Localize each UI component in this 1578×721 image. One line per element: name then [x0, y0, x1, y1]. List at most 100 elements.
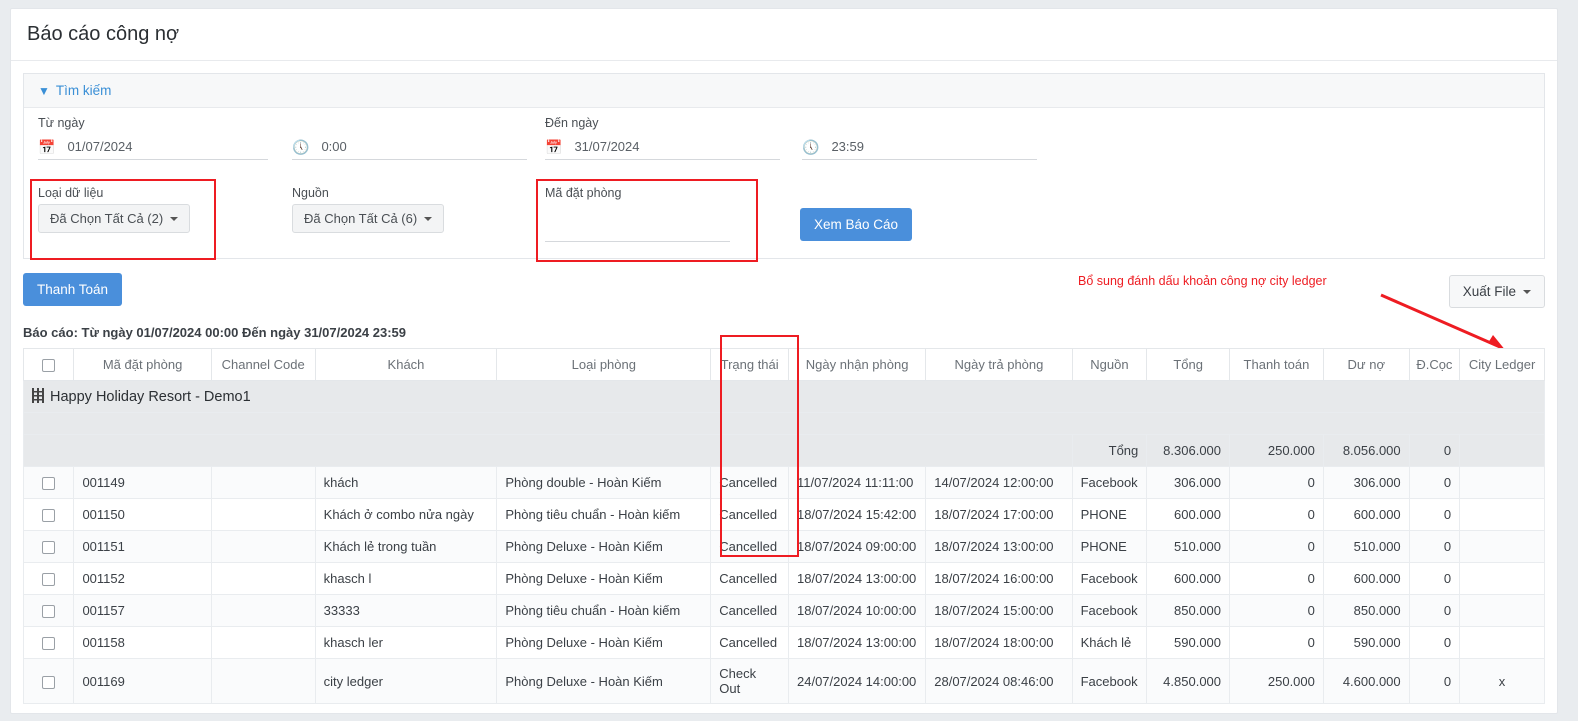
totals-empty-cell [23, 434, 1073, 468]
cell-city-ledger [1459, 562, 1545, 596]
totals-label-cell: Tổng [1071, 434, 1148, 468]
cell-guest: khasch ler [314, 626, 498, 660]
table-row[interactable]: 001157 33333 Phòng tiêu chuẩn - Hoàn kiếm C… [22, 594, 1545, 628]
row-checkbox-cell[interactable] [22, 626, 75, 660]
row-checkbox-cell[interactable] [22, 498, 75, 532]
to-time-input[interactable]: 🕔 23:59 [802, 134, 1037, 160]
cell-paid: 0 [1229, 562, 1324, 596]
payment-button[interactable]: Thanh Toán [23, 273, 123, 306]
cell-channel-code [210, 530, 316, 564]
from-date-input[interactable]: 📅 01/07/2024 [38, 134, 268, 160]
data-type-label: Loại dữ liệu [38, 186, 104, 200]
cell-guest: 33333 [314, 594, 498, 628]
chevron-down-icon [1523, 289, 1531, 294]
cell-status: Check Out [710, 658, 789, 705]
table-row[interactable]: 001158 khasch ler Phòng Deluxe - Hoàn Kiếm… [22, 626, 1545, 660]
cell-status: Cancelled [710, 594, 789, 628]
row-checkbox-cell[interactable] [22, 530, 75, 564]
cell-paid: 0 [1229, 594, 1324, 628]
cell-source: Facebook [1071, 658, 1148, 705]
cell-balance: 306.000 [1322, 466, 1410, 500]
booking-code-label: Mã đặt phòng [545, 186, 622, 200]
source-label: Nguồn [292, 186, 329, 200]
booking-code-input[interactable] [545, 238, 730, 242]
cell-city-ledger [1459, 498, 1545, 532]
clock-icon: 🕔 [802, 138, 820, 155]
cell-guest: khách [314, 466, 498, 500]
cell-channel-code [210, 626, 316, 660]
select-all-checkbox[interactable] [42, 359, 56, 373]
export-file-button[interactable]: Xuất File [1448, 275, 1545, 308]
cell-room-type: Phòng Deluxe - Hoàn Kiếm [496, 626, 712, 660]
search-panel: ▼ Tìm kiếm Từ ngày 📅 01/07/2024 🕔 0:00 Đế… [23, 73, 1545, 262]
cell-booking-code: 001151 [73, 530, 212, 564]
col-booking-code: Mã đặt phòng [73, 347, 212, 382]
row-checkbox[interactable] [42, 675, 56, 689]
table-row[interactable]: 001152 khasch l Phòng Deluxe - Hoàn Kiếm Ca… [22, 562, 1545, 596]
row-checkbox[interactable] [42, 605, 56, 619]
cell-status: Cancelled [710, 530, 789, 564]
from-time-field: 🕔 0:00 [292, 116, 527, 160]
cell-balance: 600.000 [1322, 562, 1410, 596]
cell-deposit: 0 [1408, 594, 1461, 628]
cell-guest: khasch l [314, 562, 498, 596]
cell-checkin-date: 18/07/2024 09:00:00 [787, 530, 927, 564]
cell-checkin-date: 18/07/2024 13:00:00 [787, 626, 927, 660]
from-date-value: 01/07/2024 [67, 139, 133, 154]
to-date-input[interactable]: 📅 31/07/2024 [545, 134, 780, 160]
cell-booking-code: 001157 [73, 594, 212, 628]
cell-checkin-date: 24/07/2024 14:00:00 [787, 658, 927, 705]
table-row[interactable]: 001151 Khách lẻ trong tuần Phòng Deluxe - … [22, 530, 1545, 564]
cell-total: 850.000 [1146, 594, 1231, 628]
source-dropdown[interactable]: Đã Chọn Tất Cả (6) [292, 204, 445, 233]
row-checkbox-cell[interactable] [22, 562, 75, 596]
view-report-button[interactable]: Xem Báo Cáo [800, 208, 913, 241]
from-time-input[interactable]: 🕔 0:00 [292, 134, 527, 160]
cell-city-ledger [1459, 466, 1545, 500]
cell-paid: 0 [1229, 498, 1324, 532]
col-guest: Khách [314, 347, 498, 382]
from-time-value: 0:00 [321, 139, 347, 154]
select-all-header[interactable] [22, 347, 75, 382]
cell-source: PHONE [1071, 498, 1148, 532]
cell-room-type: Phòng double - Hoàn Kiếm [496, 466, 712, 500]
cell-guest: Khách ở combo nửa ngày [314, 498, 498, 532]
to-time-label [802, 116, 1037, 130]
cell-room-type: Phòng Deluxe - Hoàn Kiếm [496, 562, 712, 596]
search-panel-header[interactable]: ▼ Tìm kiếm [24, 74, 1544, 108]
cell-checkout-date: 14/07/2024 12:00:00 [925, 466, 1073, 500]
row-checkbox[interactable] [42, 637, 56, 651]
data-type-value: Đã Chọn Tất Cả (2) [50, 211, 164, 226]
page-title: Báo cáo công nợ [11, 9, 1557, 61]
cell-checkin-date: 18/07/2024 13:00:00 [787, 562, 927, 596]
source-value: Đã Chọn Tất Cả (6) [304, 211, 418, 226]
cell-balance: 600.000 [1322, 498, 1410, 532]
table-row[interactable]: 001169 city ledger Phòng Deluxe - Hoàn Kiế… [22, 658, 1545, 705]
cell-room-type: Phòng Deluxe - Hoàn Kiếm [496, 658, 712, 705]
data-type-dropdown[interactable]: Đã Chọn Tất Cả (2) [38, 204, 191, 233]
cell-balance: 850.000 [1322, 594, 1410, 628]
spacer-cell [23, 412, 1545, 436]
group-header-cell: Happy Holiday Resort - Demo1 [23, 380, 1545, 414]
row-checkbox[interactable] [42, 541, 56, 555]
row-checkbox-cell[interactable] [22, 594, 75, 628]
source-field: Nguồn Đã Chọn Tất Cả (6) [292, 186, 492, 233]
row-checkbox-cell[interactable] [22, 466, 75, 500]
row-checkbox-cell[interactable] [22, 658, 75, 705]
row-checkbox[interactable] [42, 509, 56, 523]
row-checkbox[interactable] [42, 573, 56, 587]
row-checkbox[interactable] [42, 477, 56, 491]
cell-checkout-date: 18/07/2024 18:00:00 [925, 626, 1073, 660]
cell-balance: 4.600.000 [1322, 658, 1410, 705]
col-channel-code: Channel Code [210, 347, 316, 382]
table-row[interactable]: 001149 khách Phòng double - Hoàn Kiếm Cance… [22, 466, 1545, 500]
table-row[interactable]: 001150 Khách ở combo nửa ngày Phòng tiêu c… [22, 498, 1545, 532]
totals-city-ledger-cell [1459, 434, 1545, 468]
col-paid: Thanh toán [1229, 347, 1324, 382]
annotation-text: Bổ sung đánh dấu khoản công nợ city ledg… [1078, 274, 1327, 288]
cell-paid: 0 [1229, 466, 1324, 500]
search-header-label: Tìm kiếm [55, 83, 112, 98]
cell-deposit: 0 [1408, 658, 1461, 705]
cell-room-type: Phòng Deluxe - Hoàn Kiếm [496, 530, 712, 564]
cell-source: Khách lẻ [1071, 626, 1148, 660]
